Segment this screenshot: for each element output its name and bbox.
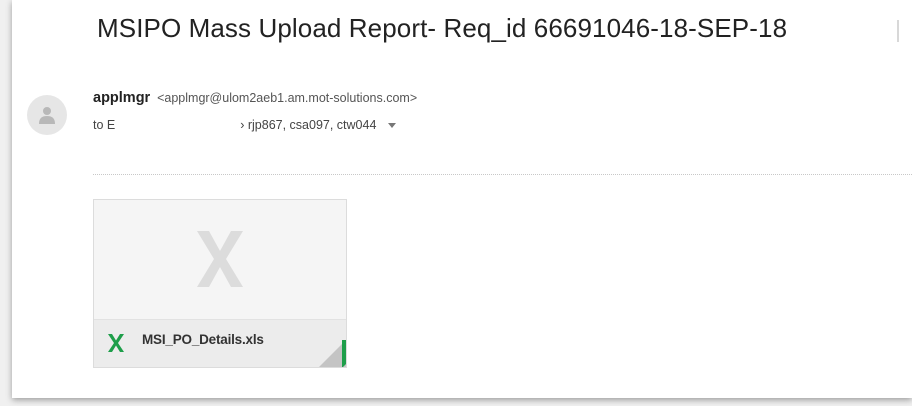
sender-line: applmgr <applmgr@ulom2aeb1.am.mot-soluti… [93, 89, 417, 106]
sender-avatar[interactable] [27, 95, 67, 135]
sender-name[interactable]: applmgr [93, 90, 150, 106]
recipients-list: › rjp867, csa097, ctw044 [240, 118, 377, 132]
attachment-filename: MSI_PO_Details.xls [142, 332, 264, 347]
recipients-prefix: to E [93, 118, 116, 132]
attachment-corner-green [342, 340, 346, 367]
attachment-footer: MSI_PO_Details.xls [94, 319, 346, 367]
excel-preview-icon [197, 231, 243, 287]
email-view: MSIPO Mass Upload Report- Req_id 6669104… [12, 0, 912, 398]
attachment-preview [94, 200, 346, 318]
person-icon [39, 107, 55, 124]
subject-label-edge [897, 20, 899, 42]
recipients-line: to E › rjp867, csa097, ctw044 [93, 118, 396, 133]
sender-email: <applmgr@ulom2aeb1.am.mot-solutions.com> [157, 91, 418, 105]
redacted-recipient [118, 118, 237, 133]
header-divider [93, 174, 912, 175]
excel-icon [108, 334, 124, 352]
recipient-details-dropdown-icon[interactable] [387, 123, 396, 129]
email-subject: MSIPO Mass Upload Report- Req_id 6669104… [97, 13, 788, 43]
attachment-card[interactable]: MSI_PO_Details.xls [93, 199, 347, 368]
